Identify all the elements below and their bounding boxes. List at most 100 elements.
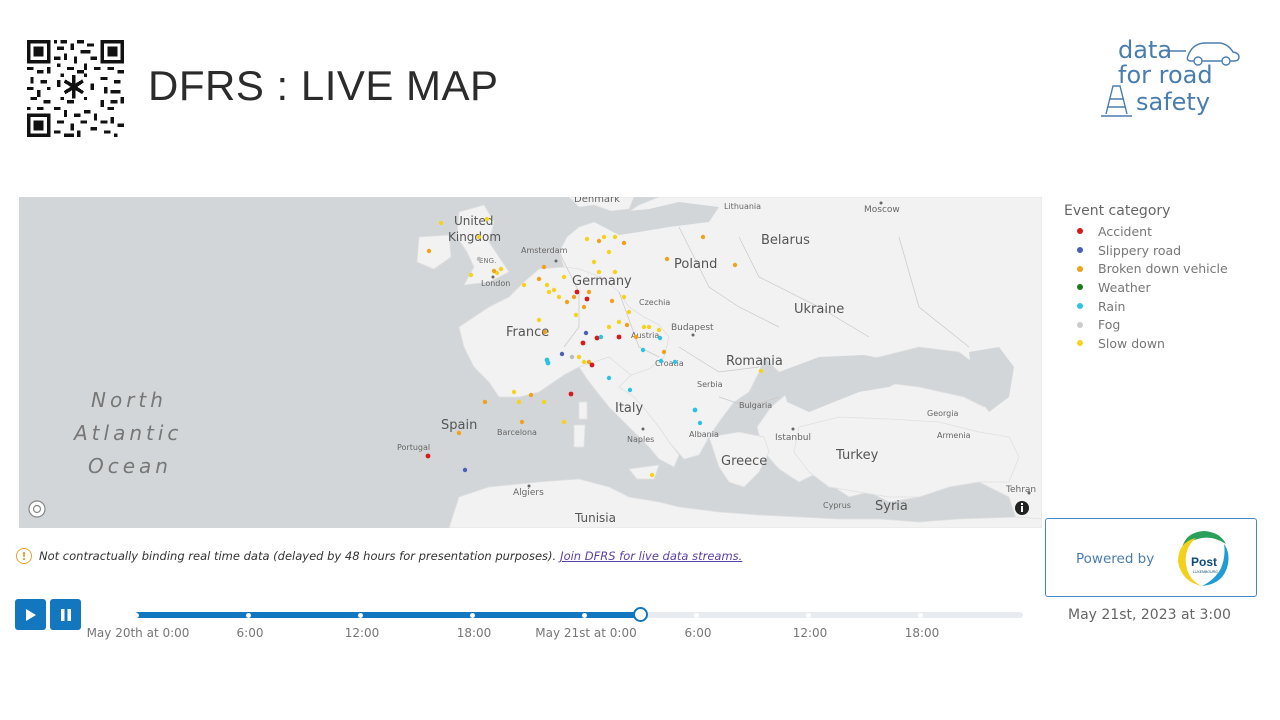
page-title: DFRS : LIVE MAP xyxy=(148,62,499,109)
svg-text:Czechia: Czechia xyxy=(639,298,670,307)
legend-dot xyxy=(1077,303,1083,310)
svg-text:Bulgaria: Bulgaria xyxy=(739,401,772,410)
legend-label: Slippery road xyxy=(1098,242,1182,258)
legend-dot xyxy=(1077,340,1083,347)
svg-text:Lithuania: Lithuania xyxy=(724,202,761,211)
svg-text:Ukraine: Ukraine xyxy=(794,302,844,317)
legend-label: Rain xyxy=(1098,298,1126,314)
timeline-tick xyxy=(582,613,587,618)
timeline-tick xyxy=(470,613,475,618)
legend-item-slow-down[interactable]: Slow down xyxy=(1064,334,1228,353)
powered-by-box[interactable]: Powered by Post LUXEMBOURG xyxy=(1045,518,1257,597)
legend-item-weather[interactable]: Weather xyxy=(1064,278,1228,297)
timeline-tick xyxy=(358,613,363,618)
svg-text:Greece: Greece xyxy=(721,454,767,469)
svg-text:Portugal: Portugal xyxy=(397,443,430,452)
svg-text:Romania: Romania xyxy=(726,354,783,369)
timeline-tick-label: May 20th at 0:00 xyxy=(86,626,190,640)
legend-dot xyxy=(1077,284,1083,291)
svg-text:Turkey: Turkey xyxy=(835,448,879,463)
legend-item-accident[interactable]: Accident xyxy=(1064,222,1228,241)
svg-text:Tehran: Tehran xyxy=(1005,485,1036,495)
info-icon xyxy=(1015,501,1029,515)
pause-icon xyxy=(60,608,71,621)
legend-item-slippery-road[interactable]: Slippery road xyxy=(1064,241,1228,260)
powered-by-label: Powered by xyxy=(1076,551,1155,567)
timeline-tick-label: 18:00 xyxy=(904,626,940,640)
warning-icon: ! xyxy=(16,548,32,564)
post-logo-icon: Post LUXEMBOURG xyxy=(1178,531,1229,586)
timeline-progress xyxy=(135,612,641,618)
map-legend: Event category Accident Slippery road Br… xyxy=(1064,203,1228,353)
svg-text:Belarus: Belarus xyxy=(761,233,810,248)
play-icon xyxy=(25,608,36,621)
mapbox-logo-icon xyxy=(28,500,46,518)
legend-dot xyxy=(1077,321,1083,328)
timeline-tick xyxy=(246,613,251,618)
svg-text:Atlantic: Atlantic xyxy=(72,421,182,445)
svg-text:Naples: Naples xyxy=(627,435,654,444)
svg-text:Kingdom: Kingdom xyxy=(448,230,501,244)
svg-text:Denmark: Denmark xyxy=(574,197,620,205)
timeline-tick xyxy=(134,613,139,618)
timeline-tick xyxy=(806,613,811,618)
legend-label: Weather xyxy=(1098,279,1151,295)
post-brand: Post xyxy=(1191,555,1217,569)
timeline-handle[interactable] xyxy=(633,607,648,622)
timeline-tick-label: 12:00 xyxy=(792,626,828,640)
legend-item-fog[interactable]: Fog xyxy=(1064,315,1228,334)
legend-title: Event category xyxy=(1064,203,1171,219)
play-button[interactable] xyxy=(15,599,46,630)
logo-line-1: data xyxy=(1118,36,1173,64)
legend-item-broken-down-vehicle[interactable]: Broken down vehicle xyxy=(1064,259,1228,278)
timeline-tick xyxy=(694,613,699,618)
legend-dot xyxy=(1077,265,1083,272)
svg-text:Serbia: Serbia xyxy=(697,380,723,389)
svg-text:Barcelona: Barcelona xyxy=(497,428,537,437)
svg-text:France: France xyxy=(506,325,549,340)
svg-text:North: North xyxy=(91,388,167,412)
timeline-tick-label: 18:00 xyxy=(456,626,492,640)
current-time-label: May 21st, 2023 at 3:00 xyxy=(1068,607,1231,623)
svg-text:Algiers: Algiers xyxy=(513,488,544,498)
legend-label: Broken down vehicle xyxy=(1098,261,1228,277)
svg-text:Istanbul: Istanbul xyxy=(775,433,811,443)
live-map[interactable]: United Kingdom ENG. London Amsterdam Den… xyxy=(19,197,1042,528)
svg-text:Italy: Italy xyxy=(615,401,644,416)
join-dfrs-link[interactable]: Join DFRS for live data streams. xyxy=(560,549,742,563)
svg-text:London: London xyxy=(481,279,510,288)
timeline-tick-label: 6:00 xyxy=(684,626,712,640)
svg-text:Tunisia: Tunisia xyxy=(574,511,616,525)
legend-dot xyxy=(1077,228,1083,235)
logo-line-3: safety xyxy=(1136,88,1211,116)
svg-text:Cyprus: Cyprus xyxy=(823,501,851,510)
legend-label: Fog xyxy=(1098,317,1121,333)
dfrs-logo: data for road safety xyxy=(1096,38,1246,122)
svg-text:Spain: Spain xyxy=(441,418,477,433)
svg-text:Armenia: Armenia xyxy=(937,431,971,440)
svg-text:Albania: Albania xyxy=(689,430,719,439)
svg-text:Ocean: Ocean xyxy=(88,454,172,478)
timeline-tick-label: 6:00 xyxy=(236,626,264,640)
timeline-tick-label: 12:00 xyxy=(344,626,380,640)
pause-button[interactable] xyxy=(50,599,81,630)
svg-text:Moscow: Moscow xyxy=(864,205,900,215)
legend-label: Accident xyxy=(1098,223,1152,239)
timeline-tick xyxy=(918,613,923,618)
svg-text:Poland: Poland xyxy=(674,257,717,272)
logo-line-2: for road xyxy=(1118,61,1213,89)
svg-text:Budapest: Budapest xyxy=(671,323,714,333)
svg-text:ENG.: ENG. xyxy=(479,257,496,265)
legend-item-rain[interactable]: Rain xyxy=(1064,297,1228,316)
timeline-tick-label: May 21st at 0:00 xyxy=(535,626,637,640)
svg-text:Syria: Syria xyxy=(875,499,908,514)
qr-code-icon xyxy=(27,40,124,137)
disclaimer-notice: ! Not contractually binding real time da… xyxy=(16,548,742,564)
svg-text:Georgia: Georgia xyxy=(927,409,958,418)
post-brand-sub: LUXEMBOURG xyxy=(1193,570,1218,574)
svg-text:Germany: Germany xyxy=(572,274,632,289)
disclaimer-text: Not contractually binding real time data… xyxy=(39,549,557,563)
svg-text:Amsterdam: Amsterdam xyxy=(521,246,568,255)
legend-label: Slow down xyxy=(1098,335,1165,351)
timeline-slider[interactable] xyxy=(134,607,1023,622)
